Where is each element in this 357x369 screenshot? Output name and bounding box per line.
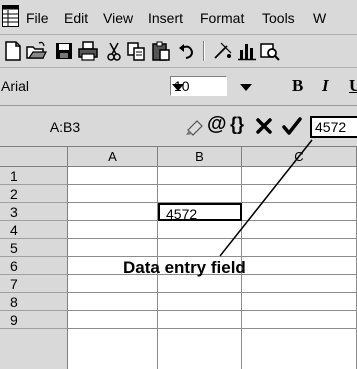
callout-line: [219, 139, 313, 257]
data-entry-callout-label: Data entry field: [123, 258, 246, 277]
